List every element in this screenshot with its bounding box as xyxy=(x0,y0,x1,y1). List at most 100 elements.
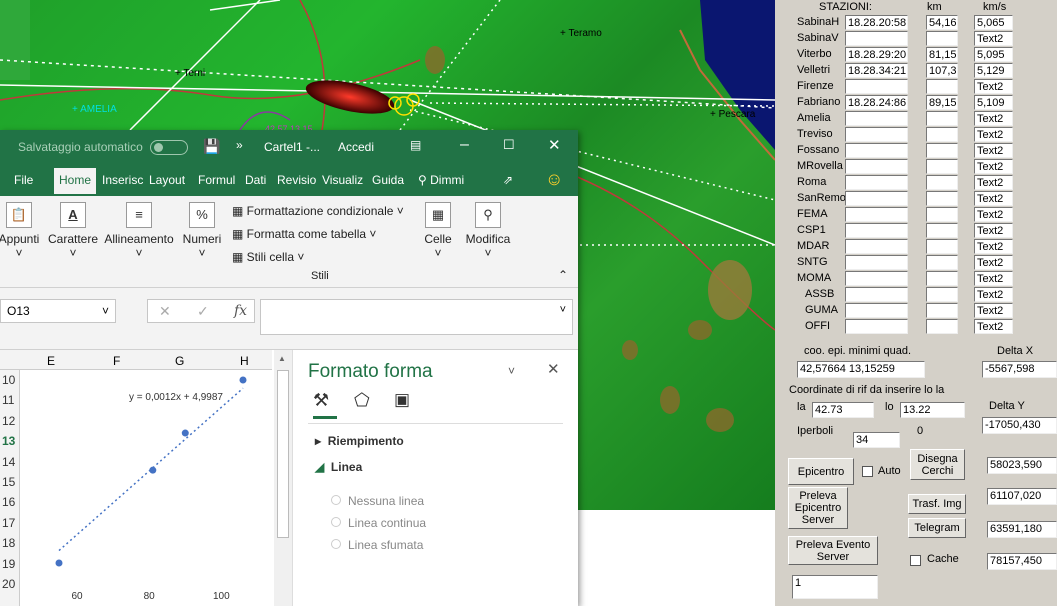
minimize-icon[interactable]: – xyxy=(460,136,469,154)
solid-line-option[interactable]: Linea continua xyxy=(331,512,426,534)
result-field-3[interactable]: 63591,180 xyxy=(987,521,1057,538)
station-time-field[interactable]: 18.28.34:21 xyxy=(845,63,908,78)
tab-view[interactable]: Visualiz xyxy=(322,173,363,187)
station-km-field[interactable] xyxy=(926,239,958,254)
station-time-field[interactable] xyxy=(845,223,908,238)
size-properties-icon[interactable]: ▣ xyxy=(394,390,410,410)
station-time-field[interactable] xyxy=(845,239,908,254)
station-km-field[interactable] xyxy=(926,319,958,334)
name-box[interactable]: O13 ˅ xyxy=(0,299,116,323)
result-field-4[interactable]: 78157,450 xyxy=(987,553,1057,570)
station-kms-field[interactable]: Text2 xyxy=(974,175,1013,190)
station-kms-field[interactable]: Text2 xyxy=(974,239,1013,254)
column-header[interactable]: G xyxy=(175,354,184,368)
trasf-img-button[interactable]: Trasf. Img xyxy=(908,494,966,514)
station-time-field[interactable] xyxy=(845,207,908,222)
station-time-field[interactable] xyxy=(845,271,908,286)
accedi-link[interactable]: Accedi xyxy=(338,140,374,154)
preleva-epicentro-button[interactable]: Preleva Epicentro Server xyxy=(788,487,848,529)
station-kms-field[interactable]: 5,095 xyxy=(974,47,1013,62)
station-time-field[interactable] xyxy=(845,303,908,318)
station-time-field[interactable] xyxy=(845,31,908,46)
station-kms-field[interactable]: Text2 xyxy=(974,207,1013,222)
save-icon[interactable]: 💾 xyxy=(203,138,220,155)
cell-styles-button[interactable]: ▦ Stili cella ˅ xyxy=(232,246,404,269)
disegna-cerchi-button[interactable]: Disegna Cerchi xyxy=(910,449,965,480)
lo-field[interactable]: 13.22 xyxy=(900,402,965,418)
station-time-field[interactable] xyxy=(845,159,908,174)
column-header[interactable]: E xyxy=(47,354,55,368)
tab-data[interactable]: Dati xyxy=(245,173,266,187)
tab-file[interactable]: File xyxy=(14,173,33,187)
coo-value-field[interactable]: 42,57664 13,15259 xyxy=(797,361,925,378)
result-field-1[interactable]: 58023,590 xyxy=(987,457,1057,474)
station-km-field[interactable] xyxy=(926,303,958,318)
confirm-icon[interactable]: ✓ xyxy=(197,303,209,320)
station-km-field[interactable]: 107,3 xyxy=(926,63,958,78)
event-count-field[interactable]: 1 xyxy=(792,575,878,599)
tab-home[interactable]: Home xyxy=(54,168,97,194)
smiley-feedback-icon[interactable]: ☺ xyxy=(545,169,563,190)
station-time-field[interactable]: 18.28.29:20 xyxy=(845,47,908,62)
scroll-thumb[interactable] xyxy=(277,370,289,538)
station-kms-field[interactable]: Text2 xyxy=(974,31,1013,46)
station-kms-field[interactable]: Text2 xyxy=(974,79,1013,94)
station-kms-field[interactable]: 5,129 xyxy=(974,63,1013,78)
station-km-field[interactable]: 81,15 xyxy=(926,47,958,62)
la-field[interactable]: 42.73 xyxy=(812,402,874,418)
row-header[interactable]: 16 xyxy=(2,495,15,509)
clipboard-group[interactable]: 📋 Appunti ˅ xyxy=(0,202,42,260)
station-kms-field[interactable]: Text2 xyxy=(974,255,1013,270)
station-time-field[interactable] xyxy=(845,79,908,94)
station-kms-field[interactable]: Text2 xyxy=(974,159,1013,174)
station-time-field[interactable] xyxy=(845,255,908,270)
row-header[interactable]: 10 xyxy=(2,373,15,387)
station-time-field[interactable] xyxy=(845,127,908,142)
station-time-field[interactable] xyxy=(845,111,908,126)
station-time-field[interactable] xyxy=(845,143,908,158)
station-kms-field[interactable]: Text2 xyxy=(974,127,1013,142)
tell-me-search[interactable]: ⚲ Dimmi xyxy=(418,173,464,187)
station-kms-field[interactable]: Text2 xyxy=(974,191,1013,206)
station-kms-field[interactable]: 5,065 xyxy=(974,15,1013,30)
scatter-chart[interactable]: y = 0,0012x + 4,9987 60 80 100 xyxy=(21,370,273,606)
station-km-field[interactable] xyxy=(926,287,958,302)
station-time-field[interactable] xyxy=(845,191,908,206)
fill-line-icon[interactable]: ⚒ xyxy=(313,390,329,411)
station-kms-field[interactable]: Text2 xyxy=(974,319,1013,334)
column-header[interactable]: H xyxy=(240,354,249,368)
station-kms-field[interactable]: Text2 xyxy=(974,111,1013,126)
editing-group[interactable]: ⚲ Modifica ˅ xyxy=(462,202,514,260)
station-time-field[interactable]: 18.28.20:58 xyxy=(845,15,908,30)
row-header[interactable]: 20 xyxy=(2,577,15,591)
station-km-field[interactable] xyxy=(926,159,958,174)
station-kms-field[interactable]: Text2 xyxy=(974,271,1013,286)
station-kms-field[interactable]: Text2 xyxy=(974,287,1013,302)
column-header[interactable]: F xyxy=(113,354,120,368)
tab-insert[interactable]: Inserisc xyxy=(102,173,143,187)
worksheet-grid[interactable]: E F G H 10 11 12 13 14 15 16 17 18 19 20 ▲ y = 0,0… xyxy=(0,350,292,606)
station-km-field[interactable] xyxy=(926,79,958,94)
station-km-field[interactable] xyxy=(926,191,958,206)
station-time-field[interactable]: 18.28.24:86 xyxy=(845,95,908,110)
more-commands-icon[interactable]: » xyxy=(236,138,243,152)
station-kms-field[interactable]: Text2 xyxy=(974,303,1013,318)
row-header[interactable]: 15 xyxy=(2,475,15,489)
station-km-field[interactable] xyxy=(926,255,958,270)
alignment-group[interactable]: ≡ Allineamento ˅ xyxy=(102,202,176,260)
row-header[interactable]: 17 xyxy=(2,516,15,530)
result-field-2[interactable]: 61107,020 xyxy=(987,488,1057,505)
close-icon[interactable]: ✕ xyxy=(548,136,561,154)
station-km-field[interactable] xyxy=(926,175,958,190)
gradient-line-option[interactable]: Linea sfumata xyxy=(331,534,426,556)
collapse-ribbon-icon[interactable]: ⌃ xyxy=(558,268,568,282)
number-group[interactable]: % Numeri ˅ xyxy=(180,202,224,260)
formula-input[interactable]: ˅ xyxy=(260,299,573,335)
epicentro-button[interactable]: Epicentro xyxy=(788,458,854,485)
station-km-field[interactable] xyxy=(926,207,958,222)
auto-checkbox[interactable] xyxy=(862,466,873,477)
no-line-option[interactable]: Nessuna linea xyxy=(331,490,426,512)
station-km-field[interactable] xyxy=(926,271,958,286)
row-header[interactable]: 19 xyxy=(2,557,15,571)
row-header[interactable]: 11 xyxy=(2,393,14,407)
